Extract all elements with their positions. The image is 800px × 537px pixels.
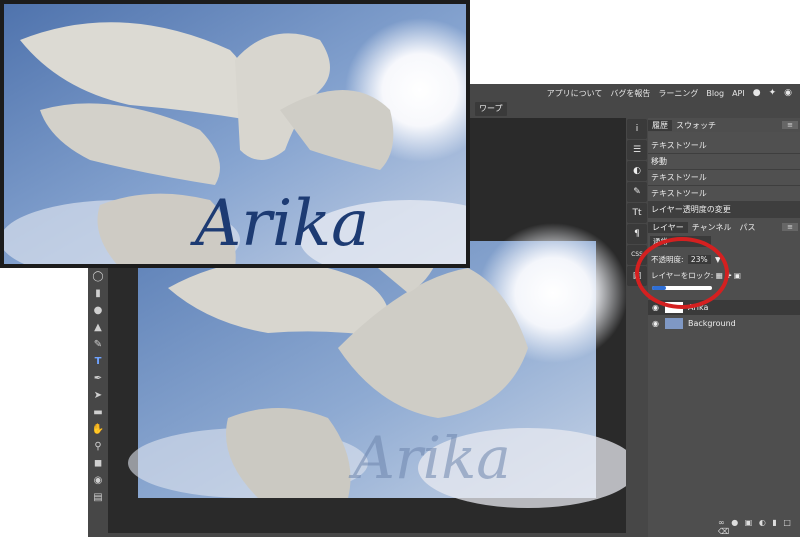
history-item[interactable]: 移動 xyxy=(648,154,800,170)
twitter-icon[interactable]: ✦ xyxy=(769,88,777,98)
hand-icon[interactable]: ✋ xyxy=(88,421,108,438)
layer-row[interactable]: ◉ Background xyxy=(648,316,800,331)
brush-preset-icon[interactable]: ✎ xyxy=(627,182,647,202)
facebook-icon[interactable]: ◉ xyxy=(784,88,792,98)
character-icon[interactable]: Tt xyxy=(627,203,647,223)
adjust-icon[interactable]: ☰ xyxy=(627,140,647,160)
menu-learning[interactable]: ラーニング xyxy=(658,88,698,99)
tools-panel: ◯ ▮ ● ▲ ✎ T ✒ ➤ ▬ ✋ ⚲ ◼ ◉ ▤ xyxy=(88,268,108,532)
preview-artwork: Arika xyxy=(0,0,520,280)
new-folder-icon[interactable]: ▮ xyxy=(772,518,778,527)
history-item[interactable]: テキストツール xyxy=(648,138,800,154)
tab-channels[interactable]: チャンネル xyxy=(688,222,736,233)
link-layers-icon[interactable]: ∞ xyxy=(718,518,727,527)
history-item-selected[interactable]: レイヤー透明度の変更 xyxy=(648,202,800,218)
highlight-circle xyxy=(635,237,729,309)
history-item[interactable]: テキストツール xyxy=(648,170,800,186)
layers-panel-tabs: レイヤー チャンネル パス ≡ xyxy=(648,220,800,234)
mask-icon[interactable]: ▣ xyxy=(745,518,755,527)
menu-report-bug[interactable]: バグを報告 xyxy=(610,88,650,99)
history-panel-menu-icon[interactable]: ≡ xyxy=(782,121,798,129)
sharpen-icon[interactable]: ▲ xyxy=(88,319,108,336)
layer-name: Background xyxy=(688,319,736,328)
reddit-icon[interactable]: ● xyxy=(753,88,761,98)
layer-actions-bar: ∞ ● ▣ ◐ ▮ □ ⌫ xyxy=(718,518,800,536)
navigator-icon[interactable]: ◐ xyxy=(627,161,647,181)
eye-icon[interactable]: ◉ xyxy=(652,316,659,331)
brush-icon[interactable]: ✎ xyxy=(88,336,108,353)
tab-layers[interactable]: レイヤー xyxy=(648,221,688,233)
delete-layer-icon[interactable]: ⌫ xyxy=(718,527,731,536)
shape-icon[interactable]: ▬ xyxy=(88,404,108,421)
tab-history[interactable]: 履歴 xyxy=(648,119,672,131)
history-panel-tabs: 履歴 スウォッチ ≡ xyxy=(648,118,800,132)
lasso-icon[interactable]: ◯ xyxy=(88,268,108,285)
adjustment-layer-icon[interactable]: ◐ xyxy=(759,518,768,527)
path-select-icon[interactable]: ➤ xyxy=(88,387,108,404)
right-panels: 履歴 スウォッチ ≡ テキストツール 移動 テキストツール テキストツール レイ… xyxy=(648,118,800,537)
menu-about[interactable]: アプリについて xyxy=(547,88,603,99)
paragraph-icon[interactable]: ¶ xyxy=(627,224,647,244)
color-swatch[interactable]: ◼ xyxy=(88,455,108,472)
warp-button[interactable]: ワープ xyxy=(475,102,507,116)
blur-icon[interactable]: ● xyxy=(88,302,108,319)
screen-mode-icon[interactable]: ▤ xyxy=(88,489,108,506)
rect-select-icon[interactable]: ▮ xyxy=(88,285,108,302)
zoom-icon[interactable]: ⚲ xyxy=(88,438,108,455)
new-layer-icon[interactable]: □ xyxy=(783,518,793,527)
menu-api[interactable]: API xyxy=(732,89,745,98)
layer-thumbnail xyxy=(665,318,683,329)
canvas-faded-text: Arika xyxy=(348,424,511,492)
pen-icon[interactable]: ✒ xyxy=(88,370,108,387)
layers-panel-menu-icon[interactable]: ≡ xyxy=(782,223,798,231)
tab-swatches[interactable]: スウォッチ xyxy=(672,120,720,131)
info-icon[interactable]: i xyxy=(627,119,647,139)
panel-icon-strip: i ☰ ◐ ✎ Tt ¶ CSS ▣ xyxy=(626,118,648,533)
tab-paths[interactable]: パス xyxy=(736,222,760,233)
text-tool-icon[interactable]: T xyxy=(88,353,108,370)
zoomed-preview-image: Arika xyxy=(0,0,520,280)
quickmask-icon[interactable]: ◉ xyxy=(88,472,108,489)
fx-icon[interactable]: ● xyxy=(731,518,740,527)
preview-text: Arika xyxy=(190,187,369,261)
menu-blog[interactable]: Blog xyxy=(706,89,724,98)
history-item[interactable]: テキストツール xyxy=(648,186,800,202)
lock-all-icon[interactable]: ▣ xyxy=(734,271,741,280)
